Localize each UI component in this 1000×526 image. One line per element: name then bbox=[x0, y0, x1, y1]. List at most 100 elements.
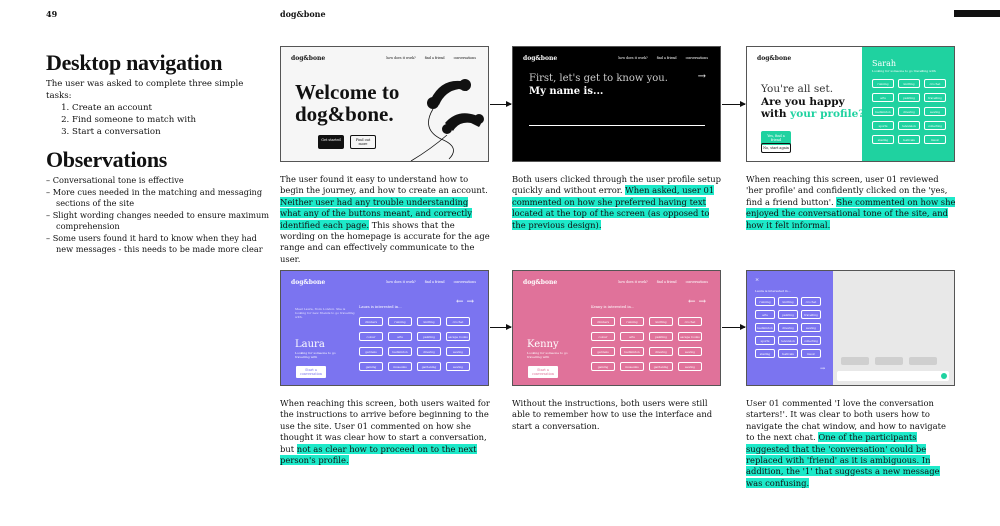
interest-tag: climbers bbox=[359, 317, 383, 326]
interest-tag: music bbox=[801, 349, 821, 358]
interest-tag: knitting bbox=[778, 297, 798, 306]
start-again-button[interactable]: No, start again bbox=[761, 143, 791, 153]
confirm-line: Are you happy bbox=[761, 95, 845, 108]
observations-list: – Conversational tone is effective – Mor… bbox=[46, 175, 271, 256]
interests-heading: Laura is interested in... bbox=[359, 305, 402, 309]
confirm-heading: You're all set. Are you happy with your … bbox=[761, 83, 864, 121]
section-title-observations: Observations bbox=[46, 147, 168, 172]
interest-tag: climbers bbox=[591, 317, 615, 326]
mini-nav-link: find a friend bbox=[656, 280, 677, 284]
mini-nav-link: conversations bbox=[453, 56, 476, 60]
caption-text: Without the instructions, both users wer… bbox=[512, 398, 713, 431]
telephone-handset-illustration bbox=[410, 79, 484, 161]
interest-tag: travelling bbox=[801, 310, 821, 319]
interest-tag: painting bbox=[649, 332, 673, 341]
screenshot-match-laura: dog&bone how does it work? find a friend… bbox=[280, 270, 489, 386]
welcome-buttons: Get started Find out more bbox=[318, 135, 376, 149]
start-conversation-button[interactable]: Start a conversation bbox=[527, 365, 559, 379]
interest-tags: climbers running knitting crochet colour arts… bbox=[359, 317, 470, 371]
mini-nav: how does it work? find a friend conversa… bbox=[618, 56, 708, 60]
start-conversation-button[interactable]: Start a conversation bbox=[295, 365, 327, 379]
interest-tag: museums bbox=[388, 362, 412, 371]
interest-tag: running bbox=[388, 317, 412, 326]
intro-text: The user was asked to complete three sim… bbox=[46, 79, 244, 101]
welcome-title: Welcome to dog&bone. bbox=[295, 81, 399, 125]
interest-tag: skating bbox=[755, 349, 775, 358]
interests-heading: Kenny is interested in... bbox=[591, 305, 635, 309]
confirm-line-text: with bbox=[761, 108, 787, 120]
interest-tag: drawing bbox=[417, 347, 441, 356]
confirm-line: You're all set. bbox=[761, 83, 834, 95]
message-input[interactable] bbox=[837, 371, 949, 381]
caption-highlight: not as clear how to proceed on to the ne… bbox=[280, 443, 477, 466]
mini-nav-link: find a friend bbox=[656, 56, 677, 60]
section-title-navigation: Desktop navigation bbox=[46, 50, 223, 75]
conversation-starter[interactable] bbox=[909, 357, 937, 365]
mini-nav: how does it work? find a friend conversa… bbox=[618, 280, 708, 284]
observation-item: – Conversational tone is effective bbox=[46, 175, 184, 185]
interest-tag: sewing bbox=[446, 347, 470, 356]
observation-item: – Some users found it hard to know when … bbox=[46, 232, 263, 255]
close-icon[interactable]: × bbox=[755, 277, 759, 283]
find-out-more-button[interactable]: Find out more bbox=[350, 135, 376, 149]
interest-tag: drawing bbox=[898, 107, 920, 116]
interest-tag: badminton bbox=[388, 347, 412, 356]
match-sub: Looking for someone to go travelling wit… bbox=[527, 351, 568, 359]
send-icon[interactable] bbox=[941, 373, 947, 379]
interest-tag: sewing bbox=[678, 362, 702, 371]
mini-nav-link: find a friend bbox=[424, 280, 445, 284]
prev-next-arrows-icon[interactable]: ← → bbox=[688, 297, 706, 307]
interest-tags: climbers running knitting crochet colour arts… bbox=[591, 317, 702, 371]
task-item: Create an account bbox=[72, 102, 266, 114]
mini-nav: how does it work? find a friend conversa… bbox=[386, 280, 476, 284]
screenshot-welcome: dog&bone how does it work? find a friend… bbox=[280, 46, 489, 162]
interest-tag: painting bbox=[417, 332, 441, 341]
observation-item: – Slight wording changes needed to ensur… bbox=[46, 209, 270, 232]
name-prompt: First, let's get to know you. bbox=[529, 73, 668, 84]
flow-arrow-icon bbox=[722, 101, 746, 107]
welcome-title-line: dog&bone. bbox=[295, 102, 394, 126]
mini-logo: dog&bone bbox=[757, 55, 792, 62]
interest-tag: collecting bbox=[924, 121, 946, 130]
screenshot-profile-confirm: dog&bone You're all set. Are you happy w… bbox=[746, 46, 955, 162]
confirm-line: with your profile? bbox=[761, 108, 864, 121]
welcome-title-line: Welcome to bbox=[295, 80, 400, 104]
conversation-starter[interactable] bbox=[841, 357, 869, 365]
match-sub: Looking for someone to go travelling wit… bbox=[295, 351, 336, 359]
header-brand: dog&bone bbox=[280, 9, 326, 19]
conversation-starter[interactable] bbox=[875, 357, 903, 365]
next-arrow-icon[interactable]: → bbox=[698, 71, 706, 82]
get-started-button[interactable]: Get started bbox=[318, 135, 344, 149]
chat-sidebar: × Laura is interested in... running knitt… bbox=[747, 271, 833, 385]
interest-tag: painting bbox=[898, 93, 920, 102]
interest-tag: crochet bbox=[446, 317, 470, 326]
interest-tags: running knitting crochet arts painting travel… bbox=[755, 297, 821, 358]
interest-tag: escape rooms bbox=[678, 332, 702, 341]
mini-nav-link: how does it work? bbox=[386, 56, 416, 60]
task-intro: The user was asked to complete three sim… bbox=[46, 78, 266, 138]
caption-match-laura: When reaching this screen, both users wa… bbox=[280, 398, 490, 466]
laura-blurb: Meet Laura, from London. She is looking … bbox=[295, 307, 355, 319]
task-item: Find someone to match with bbox=[72, 114, 266, 126]
flow-arrow-icon bbox=[490, 101, 512, 107]
interest-tag: gaming bbox=[359, 362, 383, 371]
confirm-line-accent: your profile? bbox=[790, 108, 865, 120]
interest-tag: gaming bbox=[591, 362, 615, 371]
interest-tag: colour bbox=[359, 332, 383, 341]
interest-tag: television bbox=[898, 121, 920, 130]
interest-tag: sports bbox=[755, 336, 775, 345]
flow-arrow-icon bbox=[490, 324, 512, 330]
profile-sub: Looking for someone to go travelling wit… bbox=[872, 69, 936, 73]
mini-logo: dog&bone bbox=[291, 55, 326, 62]
name-input-underline[interactable] bbox=[529, 125, 705, 126]
interest-tag: knitting bbox=[898, 79, 920, 88]
prev-next-arrows-icon[interactable]: ← → bbox=[456, 297, 474, 307]
mini-nav-link: how does it work? bbox=[618, 280, 648, 284]
interests-heading: Laura is interested in... bbox=[755, 289, 791, 293]
mini-nav-link: conversations bbox=[685, 56, 708, 60]
next-chat-arrow-icon[interactable]: → bbox=[820, 365, 825, 372]
interest-tag: gardening bbox=[417, 362, 441, 371]
interest-tag: sewing bbox=[678, 347, 702, 356]
interest-tag: sewing bbox=[446, 362, 470, 371]
interest-tag: escape rooms bbox=[446, 332, 470, 341]
